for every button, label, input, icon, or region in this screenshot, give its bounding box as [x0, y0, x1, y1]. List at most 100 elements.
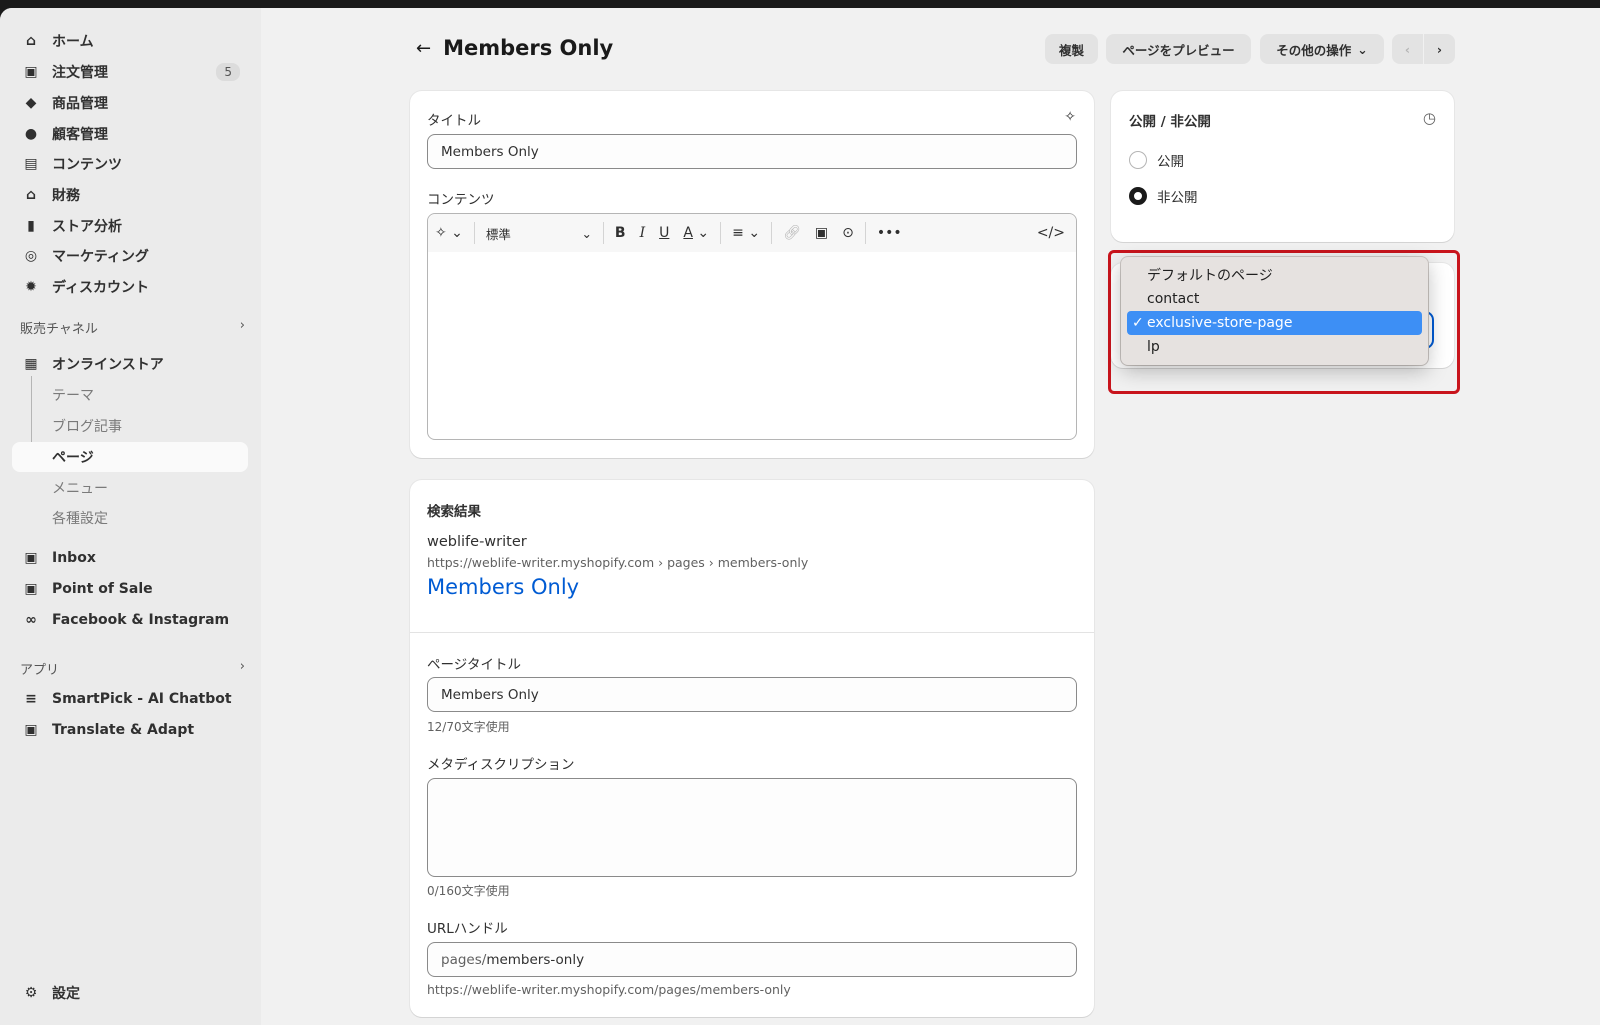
apps-header[interactable]: アプリ ›	[20, 659, 245, 678]
sidebar-item-pos[interactable]: ▣ Point of Sale	[12, 574, 248, 604]
sidebar: ⌂ ホーム ▣ 注文管理 5 ◆ 商品管理 ● 顧客管理 ▤ コンテンツ ⌂ 財務 ▮ ストア分…	[0, 8, 261, 1025]
title-input[interactable]: Members Only	[427, 134, 1077, 169]
main: ← Members Only 複製 ページをプレビュー その他の操作 ⌄ ‹ › タ…	[261, 8, 1600, 1025]
sparkle-icon[interactable]: ✧	[1064, 109, 1076, 125]
back-arrow-icon[interactable]: ←	[416, 38, 431, 59]
seo-store-name: weblife-writer	[427, 534, 527, 550]
gear-icon: ⚙	[24, 985, 38, 1001]
bank-icon: ⌂	[25, 187, 37, 203]
app-icon: ≡	[25, 691, 37, 707]
label: テーマ	[52, 388, 94, 404]
next-page-button[interactable]: ›	[1424, 34, 1455, 64]
code-icon[interactable]: </>	[1030, 219, 1072, 247]
sidebar-item-smartpick[interactable]: ≡ SmartPick - AI Chatbot	[12, 684, 248, 714]
sidebar-item-customers[interactable]: ● 顧客管理	[12, 119, 248, 149]
sidebar-item-marketing[interactable]: ◎ マーケティング	[12, 241, 248, 271]
label: ディスカウント	[52, 280, 150, 296]
editor-toolbar: ✧ ⌄ 標準 ⌄ B I U A ⌄ ≡ ⌄ 🔗︎ ▣ ⊙ ••• </>	[428, 214, 1076, 252]
label: ホーム	[52, 34, 94, 50]
prev-page-button[interactable]: ‹	[1392, 34, 1423, 64]
rich-text-editor[interactable]: ✧ ⌄ 標準 ⌄ B I U A ⌄ ≡ ⌄ 🔗︎ ▣ ⊙ ••• </>	[427, 213, 1077, 440]
sidebar-item-products[interactable]: ◆ 商品管理	[12, 88, 248, 118]
sidebar-item-discounts[interactable]: ✹ ディスカウント	[12, 272, 248, 302]
format-select[interactable]: 標準 ⌄	[479, 219, 599, 247]
editor-card: タイトル ✧ Members Only コンテンツ ✧ ⌄ 標準 ⌄ B I U …	[410, 91, 1094, 458]
duplicate-button[interactable]: 複製	[1045, 34, 1098, 64]
more-icon[interactable]: •••	[870, 219, 909, 247]
dropdown-option[interactable]: デフォルトのページ	[1127, 263, 1422, 287]
label: exclusive-store-page	[1147, 315, 1293, 331]
visibility-heading: 公開 / 非公開	[1129, 114, 1211, 130]
app-window: ⌂ ホーム ▣ 注文管理 5 ◆ 商品管理 ● 顧客管理 ▤ コンテンツ ⌂ 財務 ▮ ストア分…	[0, 8, 1600, 1025]
label: マーケティング	[52, 249, 149, 265]
radio-circle	[1129, 151, 1147, 169]
label: ストア分析	[52, 219, 122, 235]
sidebar-item-facebook[interactable]: ∞ Facebook & Instagram	[12, 605, 248, 635]
image-icon: ▤	[24, 156, 38, 172]
label: その他の操作	[1276, 42, 1352, 58]
content-label: コンテンツ	[427, 192, 495, 208]
url-prefix: pages/	[441, 951, 487, 968]
seo-card: 検索結果 weblife-writer https://weblife-writ…	[410, 480, 1094, 1017]
chevron-down-icon: ⌄	[581, 225, 592, 241]
sidebar-item-preferences[interactable]: 各種設定	[12, 503, 248, 533]
label: 商品管理	[52, 96, 108, 112]
sidebar-item-orders[interactable]: ▣ 注文管理 5	[12, 57, 248, 87]
sidebar-item-blog[interactable]: ブログ記事	[12, 411, 248, 441]
sidebar-item-home[interactable]: ⌂ ホーム	[12, 26, 248, 56]
calendar-clock-icon[interactable]: ◷	[1423, 109, 1436, 127]
preview-button[interactable]: ページをプレビュー	[1106, 34, 1251, 64]
label: 財務	[52, 188, 80, 204]
label: ページ	[52, 450, 94, 466]
inbox-app-icon: ▣	[24, 550, 38, 566]
store-icon: ▦	[24, 356, 38, 372]
sidebar-item-content[interactable]: ▤ コンテンツ	[12, 149, 248, 179]
dropdown-option[interactable]: contact	[1127, 287, 1422, 311]
meta-description-input[interactable]	[427, 778, 1077, 877]
sidebar-item-pages[interactable]: ページ	[12, 442, 248, 472]
radio-hidden[interactable]: 非公開	[1129, 186, 1198, 206]
image-icon[interactable]: ▣	[808, 219, 835, 247]
text-color-icon[interactable]: A ⌄	[676, 219, 716, 247]
sidebar-item-analytics[interactable]: ▮ ストア分析	[12, 211, 248, 241]
page-title-input[interactable]: Members Only	[427, 677, 1077, 712]
label: Inbox	[52, 550, 96, 566]
label: SmartPick - AI Chatbot	[52, 691, 232, 707]
dropdown-option[interactable]: lp	[1127, 335, 1422, 359]
sidebar-item-online-store[interactable]: ▦ オンラインストア	[12, 349, 248, 379]
page-title: Members Only	[443, 36, 614, 60]
underline-icon[interactable]: U	[652, 219, 676, 247]
meta-description-count: 0/160文字使用	[427, 884, 510, 898]
sidebar-item-translate[interactable]: ▣ Translate & Adapt	[12, 715, 248, 745]
link-icon[interactable]: 🔗︎	[776, 219, 808, 247]
url-handle-input[interactable]: pages/members-only	[427, 942, 1077, 977]
sidebar-item-settings[interactable]: ⚙ 設定	[12, 978, 248, 1008]
label: 各種設定	[52, 511, 108, 527]
divider	[410, 632, 1094, 633]
sidebar-item-themes[interactable]: テーマ	[12, 380, 248, 410]
translate-icon: ▣	[24, 722, 38, 738]
label: Facebook & Instagram	[52, 612, 230, 628]
italic-icon[interactable]: I	[633, 219, 653, 247]
bold-icon[interactable]: B	[608, 219, 633, 247]
sidebar-item-finance[interactable]: ⌂ 財務	[12, 180, 248, 210]
radio-visible[interactable]: 公開	[1129, 150, 1184, 170]
bar-chart-icon: ▮	[27, 218, 35, 234]
align-icon[interactable]: ≡ ⌄	[725, 219, 767, 247]
sales-channels-header[interactable]: 販売チャネル ›	[20, 318, 245, 337]
checkmark-icon: ✓	[1132, 315, 1144, 331]
dropdown-option-selected[interactable]: ✓ exclusive-store-page	[1127, 311, 1422, 335]
label: 標準	[485, 226, 511, 242]
url-handle-label: URLハンドル	[427, 921, 508, 937]
video-icon[interactable]: ⊙	[835, 219, 861, 247]
chevron-down-icon: ⌄	[1357, 41, 1368, 57]
sidebar-item-inbox[interactable]: ▣ Inbox	[12, 543, 248, 573]
label: メニュー	[52, 481, 108, 497]
label: 非公開	[1157, 190, 1198, 206]
label: ブログ記事	[52, 419, 122, 435]
more-actions-button[interactable]: その他の操作 ⌄	[1260, 34, 1384, 64]
ai-sparkle-icon[interactable]: ✧ ⌄	[428, 219, 470, 247]
sidebar-item-menus[interactable]: メニュー	[12, 473, 248, 503]
orders-badge: 5	[216, 63, 240, 81]
inbox-icon: ▣	[24, 64, 38, 80]
